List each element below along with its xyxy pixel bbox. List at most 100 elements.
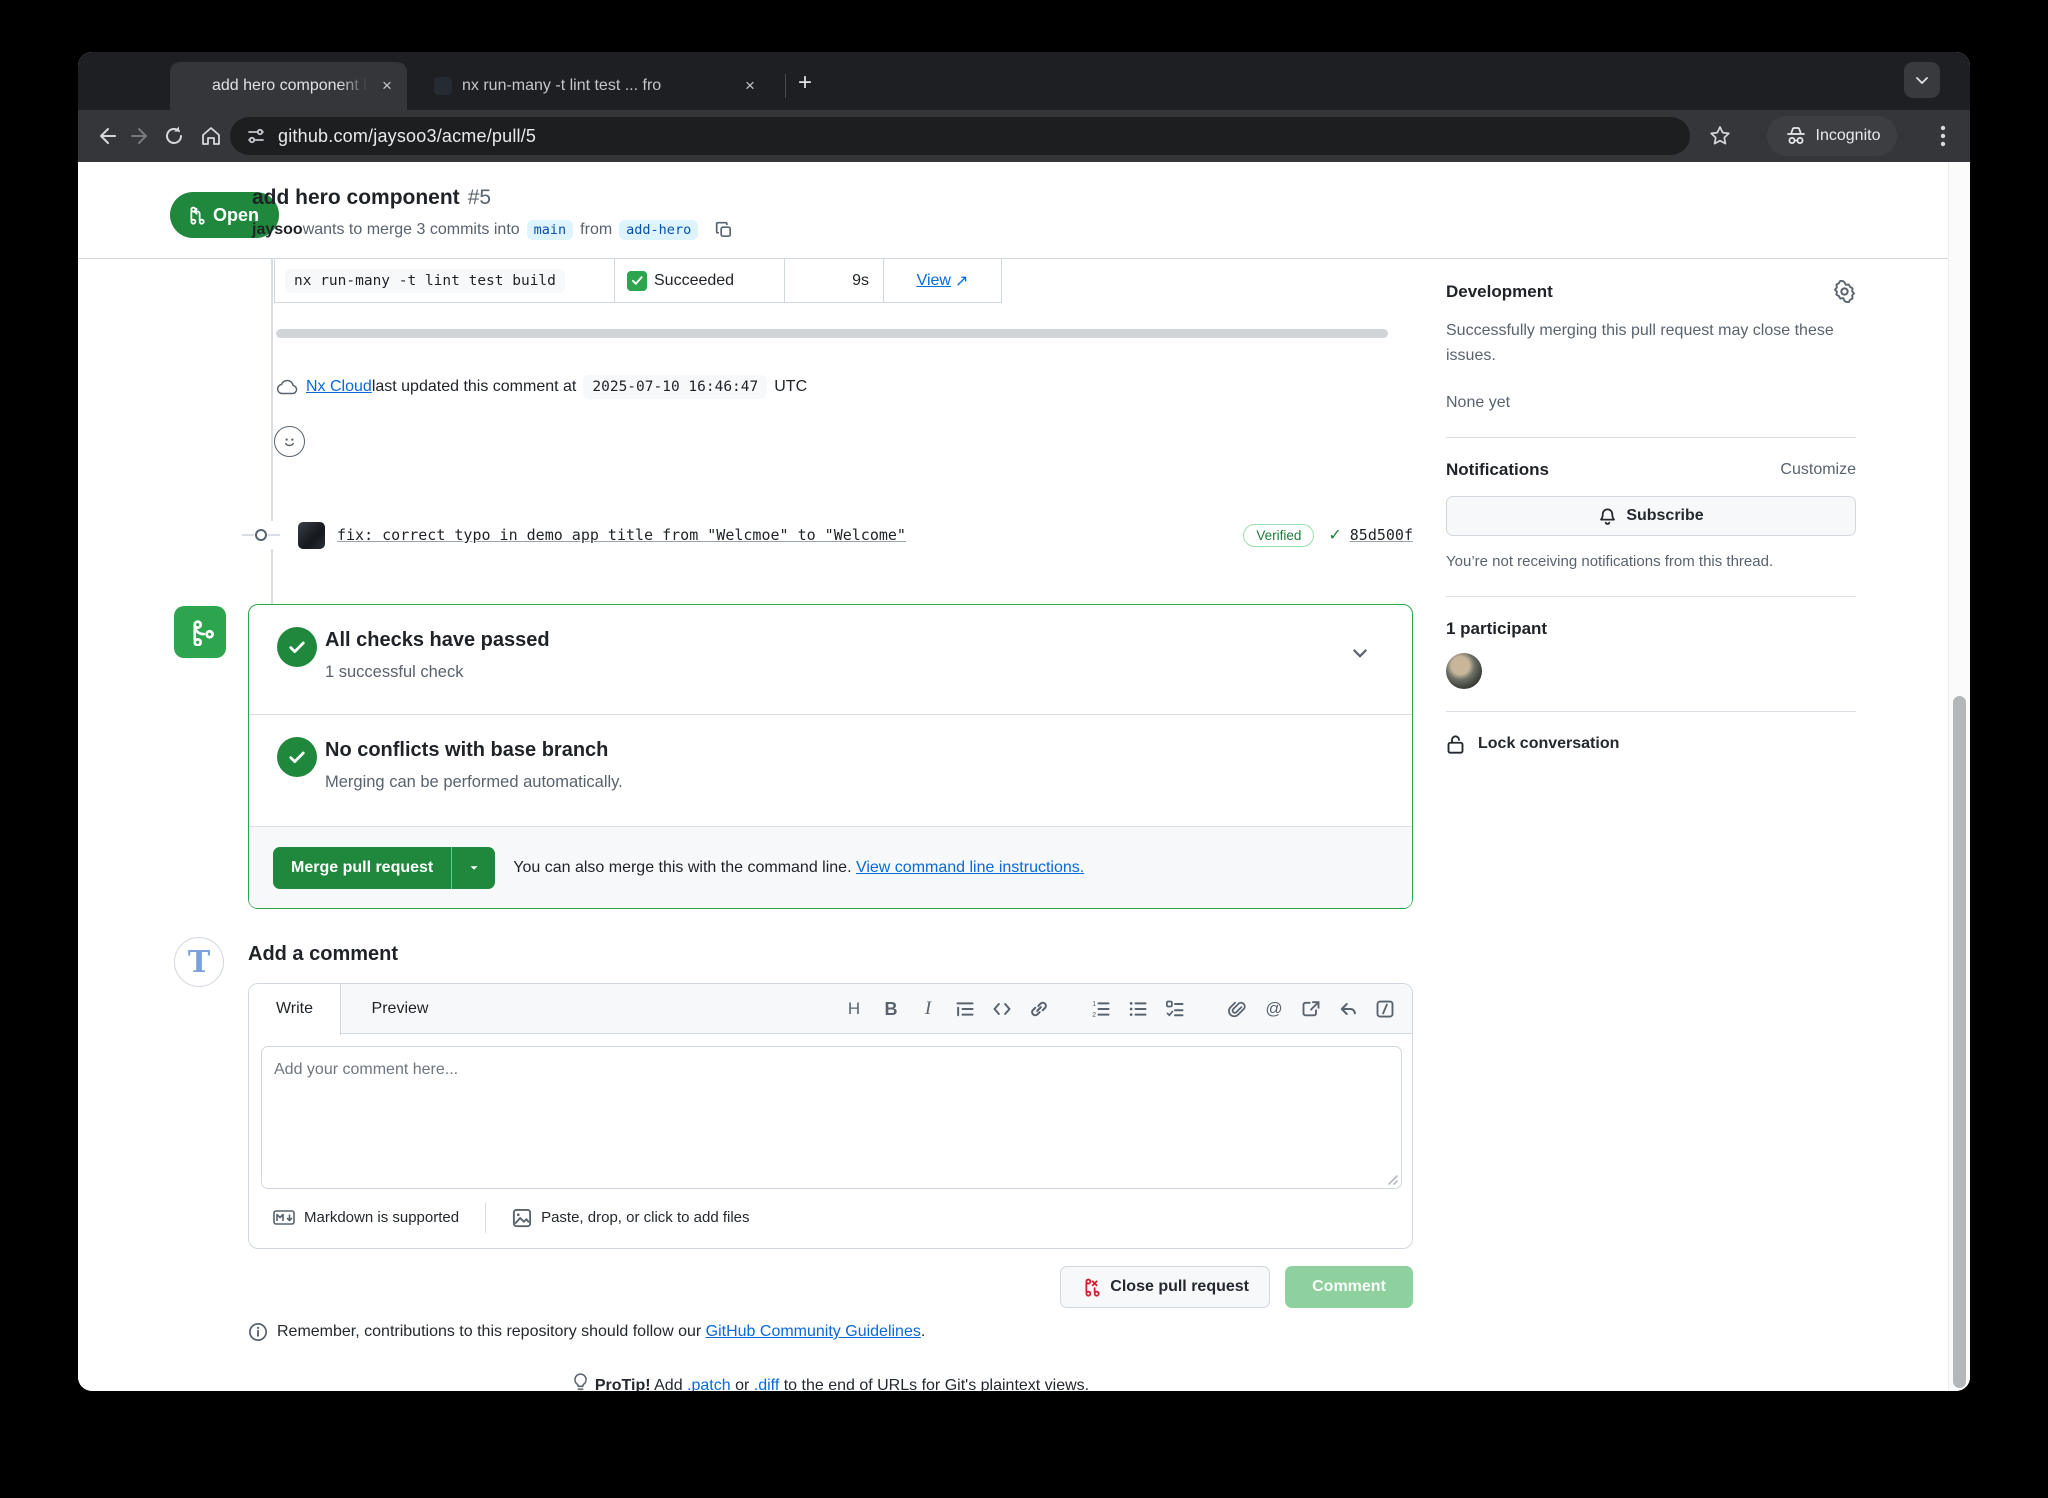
protip-note: ProTip! Add .patch or .diff to the end o… [248, 1370, 1413, 1391]
copy-branch-icon[interactable] [715, 221, 733, 239]
nx-cloud-note: Nx Cloud last updated this comment at 20… [276, 375, 807, 399]
no-conflicts-icon [277, 737, 317, 777]
guidelines-note: Remember, contributions to this reposito… [248, 1322, 925, 1342]
mention-icon[interactable]: @ [1263, 998, 1285, 1020]
commit-sha-link[interactable]: 85d500f [1350, 526, 1413, 544]
task-list-icon[interactable] [1164, 998, 1186, 1020]
paste-files-note[interactable]: Paste, drop, or click to add files [512, 1208, 749, 1228]
code-icon[interactable] [991, 998, 1013, 1020]
closed-pr-icon [1081, 1278, 1100, 1297]
italic-icon[interactable]: I [917, 998, 939, 1020]
git-merge-icon [174, 606, 226, 658]
user-avatar[interactable]: T [174, 937, 224, 987]
add-reaction-button[interactable] [274, 426, 305, 457]
check-duration: 9s [852, 272, 869, 290]
diff-link[interactable]: .diff [754, 1377, 780, 1391]
tab-pr[interactable]: add hero component by jayso × [170, 62, 407, 110]
participant-avatar[interactable] [1446, 653, 1482, 689]
incognito-icon [1784, 124, 1808, 148]
commit-author-avatar[interactable] [298, 522, 325, 549]
gear-icon[interactable] [1833, 280, 1856, 303]
tab-close-icon[interactable]: × [738, 74, 762, 98]
close-pull-request-button[interactable]: Close pull request [1060, 1266, 1270, 1308]
heading-icon[interactable]: H [843, 998, 865, 1020]
nx-cloud-link[interactable]: Nx Cloud [306, 378, 372, 396]
new-tab-button[interactable]: + [790, 69, 820, 99]
bullet-list-icon[interactable] [1127, 998, 1149, 1020]
browser-menu-icon[interactable] [1931, 124, 1955, 148]
base-branch-chip[interactable]: main [527, 220, 574, 240]
site-settings-icon[interactable] [246, 126, 266, 146]
comment-textarea-wrap [261, 1046, 1402, 1189]
development-empty: None yet [1446, 391, 1856, 416]
comment-divider-bar [276, 329, 1388, 338]
reload-icon[interactable] [160, 122, 188, 150]
page-scrollbar-thumb[interactable] [1953, 696, 1966, 1388]
check-duration-cell: 9s [785, 259, 884, 302]
tab-preview[interactable]: Preview [341, 984, 459, 1034]
cloud-icon [276, 379, 298, 395]
info-icon [248, 1322, 268, 1342]
development-description: Successfully merging this pull request m… [1446, 319, 1856, 369]
slash-commands-icon[interactable] [1374, 998, 1396, 1020]
customize-link[interactable]: Customize [1780, 461, 1856, 479]
patch-link[interactable]: .patch [687, 1377, 731, 1391]
commit-check-icon: ✓ [1328, 525, 1341, 545]
chevron-down-icon[interactable] [1350, 643, 1370, 663]
pr-author[interactable]: jaysoo [252, 221, 303, 239]
pr-title: add hero component#5 [252, 186, 491, 210]
home-icon[interactable] [197, 122, 225, 150]
lightbulb-icon [572, 1373, 589, 1391]
bold-icon[interactable]: B [880, 998, 902, 1020]
cli-merge-text: You can also merge this with the command… [513, 859, 1084, 877]
tab-divider [785, 74, 786, 98]
tab-title: add hero component by jayso [212, 77, 371, 95]
lock-conversation-button[interactable]: Lock conversation [1446, 734, 1856, 755]
saved-replies-icon[interactable] [1337, 998, 1359, 1020]
lock-icon [1446, 734, 1465, 755]
view-link[interactable]: View [917, 272, 951, 290]
head-branch-chip[interactable]: add-hero [619, 220, 698, 240]
notifications-section-header: Notifications Customize [1446, 460, 1856, 480]
subscribe-button[interactable]: Subscribe [1446, 496, 1856, 536]
url-bar[interactable]: github.com/jaysoo3/acme/pull/5 [230, 117, 1690, 155]
cross-reference-icon[interactable] [1300, 998, 1322, 1020]
add-comment-heading: Add a comment [248, 943, 398, 966]
tab-write[interactable]: Write [249, 984, 341, 1035]
image-icon [512, 1208, 532, 1228]
numbered-list-icon[interactable]: 12 [1090, 998, 1112, 1020]
checks-section[interactable]: All checks have passed 1 successful chec… [249, 605, 1412, 715]
commit-row: fix: correct typo in demo app title from… [238, 519, 1413, 551]
bookmark-star-icon[interactable] [1708, 124, 1732, 148]
attach-file-icon[interactable] [1226, 998, 1248, 1020]
sidebar-divider [1446, 437, 1856, 438]
incognito-badge: Incognito [1767, 116, 1897, 156]
page-scrollbar-track[interactable] [1948, 162, 1970, 1391]
quote-icon[interactable] [954, 998, 976, 1020]
screenshot: add hero component by jayso × nx run-man… [0, 0, 2048, 1498]
tab-close-icon[interactable]: × [375, 74, 399, 98]
comment-textarea[interactable] [261, 1046, 1402, 1189]
success-check-icon [627, 271, 647, 291]
comment-submit-button[interactable]: Comment [1285, 1266, 1413, 1308]
comment-editor: Write Preview H B I 12 [248, 983, 1413, 1249]
forward-icon[interactable] [127, 122, 155, 150]
back-icon[interactable] [92, 122, 120, 150]
resize-grip-icon[interactable] [1385, 1172, 1399, 1186]
notifications-note: You’re not receiving notifications from … [1446, 550, 1856, 573]
tab-search-chevron-icon[interactable] [1904, 62, 1940, 98]
cli-instructions-link[interactable]: View command line instructions. [856, 859, 1084, 876]
url-text[interactable]: github.com/jaysoo3/acme/pull/5 [278, 126, 536, 147]
check-table-row: nx run-many -t lint test build Succeeded… [274, 259, 1002, 303]
commit-message-link[interactable]: fix: correct typo in demo app title from… [337, 526, 1243, 544]
verified-badge[interactable]: Verified [1243, 524, 1314, 547]
markdown-note[interactable]: Markdown is supported [273, 1209, 459, 1226]
link-icon[interactable] [1028, 998, 1050, 1020]
merge-options-caret[interactable] [451, 847, 495, 889]
merge-pull-request-button[interactable]: Merge pull request [273, 847, 495, 889]
pr-sidebar: Development Successfully merging this pu… [1446, 280, 1856, 755]
community-guidelines-link[interactable]: GitHub Community Guidelines [706, 1323, 921, 1340]
tab-nx-run[interactable]: nx run-many -t lint test ... fro × [420, 62, 770, 110]
participants-header: 1 participant [1446, 619, 1856, 639]
svg-text:2: 2 [1092, 1012, 1096, 1019]
